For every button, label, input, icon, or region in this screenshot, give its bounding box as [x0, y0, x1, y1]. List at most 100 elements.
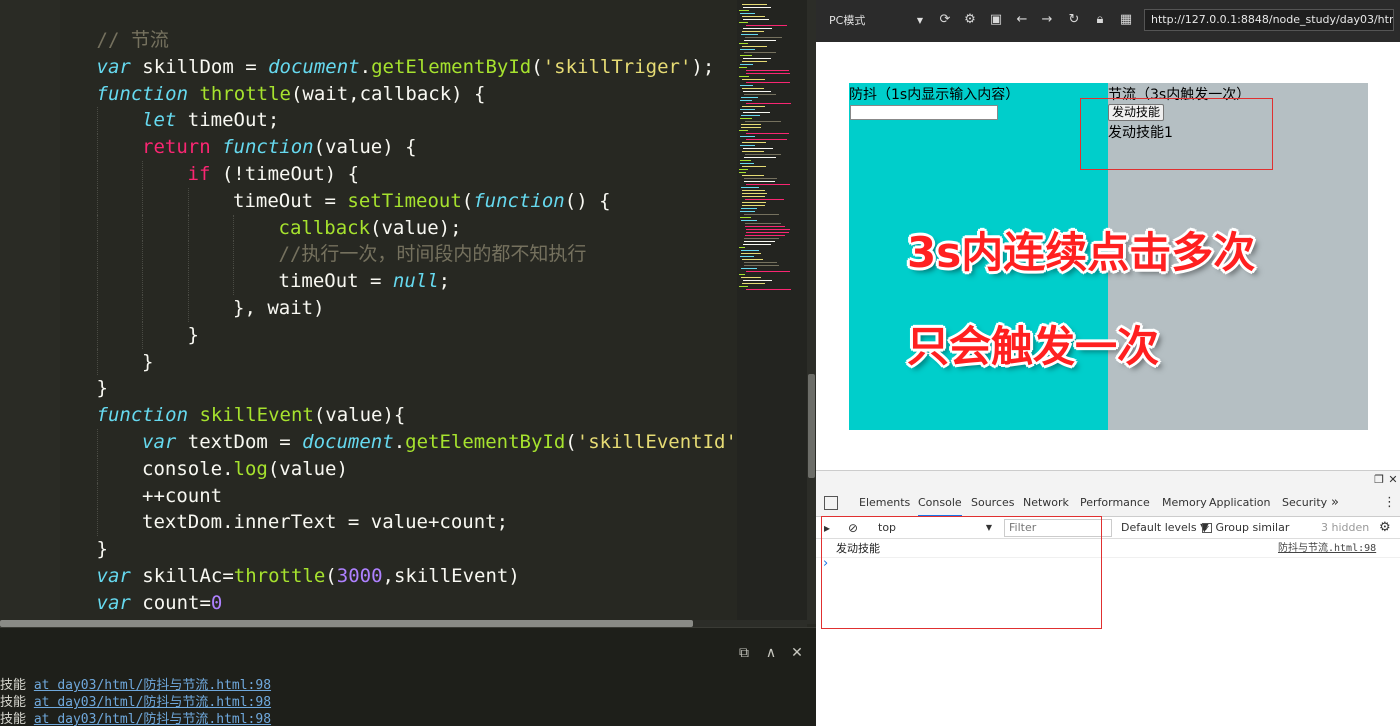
- indent-guide: [142, 268, 143, 295]
- code-token: .: [359, 55, 372, 78]
- minimap[interactable]: [737, 0, 807, 624]
- undock-icon[interactable]: ❐: [1373, 473, 1385, 487]
- minimap-line: [739, 169, 748, 170]
- device-mode-label: PC模式: [829, 14, 866, 27]
- code-line[interactable]: }: [188, 322, 199, 348]
- code-line[interactable]: // 节流: [97, 27, 169, 53]
- code-line[interactable]: }, wait): [233, 295, 325, 321]
- minimap-line: [743, 280, 772, 281]
- indent-guide: [96, 455, 98, 483]
- close-devtools-icon[interactable]: ✕: [1387, 473, 1399, 487]
- editor-horizontal-scroll-thumb[interactable]: [0, 620, 693, 627]
- device-mode-select[interactable]: PC模式 ▼: [824, 9, 928, 31]
- code-token: (: [531, 55, 543, 78]
- log-source-link[interactable]: at day03/html/防抖与节流.html:98: [34, 712, 271, 726]
- code-line[interactable]: var skillAc=throttle(3000,skillEvent): [97, 563, 520, 589]
- gear-icon[interactable]: ⚙: [961, 11, 979, 29]
- code-editor[interactable]: // 节流 var skillDom = document.getElementB…: [0, 0, 816, 726]
- minimap-line: [739, 172, 746, 173]
- minimap-line: [740, 211, 755, 212]
- code-token: (: [461, 189, 474, 212]
- editor-vertical-scrollbar[interactable]: [807, 0, 816, 624]
- tab-sources[interactable]: Sources: [971, 489, 1015, 517]
- minimap-line: [741, 124, 761, 125]
- code-token: }: [96, 377, 108, 400]
- code-line[interactable]: var skillDom = document.getElementById('…: [97, 54, 715, 80]
- refresh-icon[interactable]: ↻: [1065, 11, 1083, 29]
- highlight-rectangle: [1080, 98, 1273, 170]
- code-line[interactable]: timeOut = setTimeout(function() {: [233, 188, 611, 214]
- code-line[interactable]: ++count: [142, 483, 222, 509]
- group-similar-checkbox[interactable]: ✓ Group similar: [1202, 517, 1289, 539]
- log-levels-select[interactable]: Default levels ▼: [1121, 517, 1209, 539]
- kebab-menu-icon[interactable]: ⋮: [1383, 489, 1396, 517]
- code-line[interactable]: var textDom = document.getElementById('s…: [142, 429, 737, 455]
- tab-console[interactable]: Console: [918, 489, 962, 517]
- url-bar[interactable]: http://127.0.0.1:8848/node_study/day03/h…: [1144, 9, 1394, 31]
- tab-security[interactable]: Security: [1282, 489, 1327, 517]
- minimap-line: [740, 100, 752, 101]
- code-line[interactable]: timeOut = null;: [279, 268, 451, 294]
- code-line[interactable]: }: [142, 349, 153, 375]
- code-line[interactable]: var count=0: [97, 590, 223, 616]
- code-token: ,skillEvent): [382, 565, 520, 587]
- code-line[interactable]: textDom.innerText = value+count;: [142, 509, 508, 535]
- code-line[interactable]: if (!timeOut) {: [188, 161, 360, 187]
- indent-guide: [96, 241, 98, 269]
- code-token: skillEvent: [199, 404, 314, 427]
- code-token: 'skillEventId': [576, 431, 737, 453]
- tab-network[interactable]: Network: [1023, 489, 1069, 517]
- rotate-icon[interactable]: ⟳: [936, 11, 954, 29]
- more-tabs-button[interactable]: »: [1331, 489, 1339, 517]
- minimap-line: [742, 61, 767, 62]
- forward-arrow-icon[interactable]: →: [1038, 11, 1056, 29]
- chevron-up-icon[interactable]: ∧: [762, 644, 780, 662]
- code-token: var: [96, 55, 131, 78]
- open-external-icon[interactable]: ⧉: [735, 644, 753, 662]
- indent-guide: [96, 214, 98, 242]
- minimap-line: [746, 289, 791, 290]
- indent-guide: [96, 134, 98, 161]
- back-arrow-icon[interactable]: ←: [1013, 11, 1031, 29]
- indent-guide: [233, 214, 234, 242]
- minimap-line: [739, 76, 749, 77]
- console-log-source-link[interactable]: 防抖与节流.html:98: [1278, 539, 1376, 558]
- log-prefix: 技能: [0, 678, 27, 693]
- tab-performance[interactable]: Performance: [1080, 489, 1150, 517]
- code-token: var: [96, 565, 131, 587]
- code-token: ++count: [142, 484, 223, 507]
- code-line[interactable]: function throttle(wait,callback) {: [97, 81, 486, 107]
- log-source-link[interactable]: at day03/html/防抖与节流.html:98: [34, 678, 271, 693]
- code-area[interactable]: // 节流 var skillDom = document.getElementB…: [0, 27, 737, 624]
- tab-application[interactable]: Application: [1209, 489, 1270, 517]
- tab-memory[interactable]: Memory: [1162, 489, 1207, 517]
- code-line[interactable]: return function(value) {: [142, 134, 417, 160]
- indent-guide: [233, 268, 234, 295]
- code-token: var: [96, 591, 131, 614]
- indent-guide: [96, 187, 98, 215]
- terminal-icon[interactable]: ▣: [987, 11, 1005, 29]
- log-source-link[interactable]: at day03/html/防抖与节流.html:98: [34, 695, 271, 710]
- debounce-input[interactable]: [850, 105, 998, 120]
- lock-icon[interactable]: 🔒︎: [1091, 11, 1109, 29]
- code-line[interactable]: let timeOut;: [142, 107, 279, 133]
- code-line[interactable]: function skillEvent(value){: [97, 402, 406, 428]
- code-line[interactable]: //执行一次，时间段内的都不知执行: [279, 241, 587, 267]
- inspect-element-icon[interactable]: [824, 496, 838, 510]
- qr-code-icon[interactable]: ▦: [1117, 11, 1135, 29]
- tab-elements[interactable]: Elements: [859, 489, 910, 517]
- indent-guide: [233, 241, 234, 269]
- code-token: function: [473, 189, 565, 212]
- console-settings-icon[interactable]: ⚙: [1379, 517, 1391, 539]
- code-line[interactable]: }: [97, 536, 108, 562]
- minimap-line: [742, 88, 764, 89]
- editor-vertical-scroll-thumb[interactable]: [808, 374, 815, 478]
- code-token: textDom =: [176, 431, 303, 453]
- code-line[interactable]: }: [97, 375, 108, 401]
- editor-horizontal-scrollbar[interactable]: [0, 620, 807, 627]
- code-line[interactable]: console.log(value): [142, 456, 348, 482]
- minimap-line: [744, 214, 779, 215]
- code-line[interactable]: callback(value);: [279, 215, 462, 241]
- close-panel-icon[interactable]: ✕: [788, 644, 806, 662]
- minimap-line: [746, 232, 789, 233]
